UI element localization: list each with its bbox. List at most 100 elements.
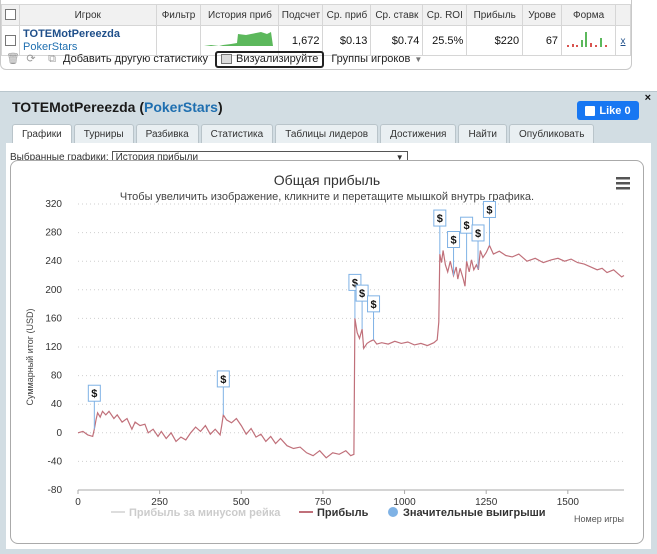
- marker-dollar: $: [437, 213, 443, 225]
- select-all-checkbox[interactable]: [5, 9, 16, 21]
- sparkline-svg: [204, 32, 274, 46]
- marker-dollar: $: [486, 204, 492, 216]
- facebook-like-button[interactable]: Like 0: [577, 101, 639, 120]
- form-bar: [567, 45, 570, 47]
- y-tick-label: 160: [45, 313, 62, 324]
- player-groups-dropdown[interactable]: Группы игроков ▼: [328, 51, 425, 68]
- form-bar: [590, 43, 593, 47]
- visualize-label: Визуализируйте: [236, 53, 319, 65]
- tab-publish[interactable]: Опубликовать: [509, 124, 595, 143]
- tab-statistics[interactable]: Статистика: [200, 124, 274, 143]
- form-bars-svg: [567, 32, 608, 47]
- header-filter[interactable]: Фильтр: [155, 4, 202, 26]
- header-form[interactable]: Форма: [561, 4, 617, 26]
- menu-line: [616, 177, 630, 180]
- form-bar: [600, 38, 603, 47]
- panel-tabs: Графики Турниры Разбивка Статистика Табл…: [12, 124, 595, 144]
- level-cell: 67: [522, 25, 563, 56]
- form-bar: [605, 45, 608, 47]
- chart-icon: [221, 54, 232, 64]
- panel-player-name: TOTEMotPereezda: [12, 99, 136, 115]
- header-avg-roi[interactable]: Ср. ROI: [422, 4, 468, 26]
- stats-toolbar: 🗑 ⟳ ⧉ Добавить другую статистику Визуали…: [6, 50, 425, 68]
- marker-dollar: $: [220, 374, 226, 386]
- y-tick-label: 0: [56, 428, 62, 439]
- form-bar: [581, 40, 584, 47]
- remove-row-link[interactable]: x: [621, 36, 626, 47]
- add-stats-button[interactable]: ⧉ Добавить другую статистику: [42, 51, 211, 68]
- remove-cell: x: [615, 25, 631, 56]
- legend-swatch: [388, 507, 398, 517]
- tab-charts[interactable]: Графики: [12, 124, 72, 144]
- y-tick-label: -40: [48, 456, 63, 467]
- y-tick-label: 80: [51, 371, 63, 382]
- header-avg-profit[interactable]: Ср. приб: [322, 4, 372, 26]
- thumbs-up-icon: [585, 105, 596, 116]
- profit-chart[interactable]: Общая прибыль Чтобы увеличить изображени…: [10, 160, 644, 544]
- trash-icon[interactable]: 🗑: [6, 52, 20, 66]
- tab-leaderboards[interactable]: Таблицы лидеров: [275, 124, 379, 143]
- header-profit-history[interactable]: История приб: [200, 4, 280, 26]
- form-sparkline: [561, 25, 617, 56]
- header-profit[interactable]: Прибыль: [466, 4, 524, 26]
- marker-dollar: $: [450, 235, 456, 247]
- y-tick-label: -80: [48, 485, 63, 496]
- marker-dollar: $: [370, 299, 376, 311]
- y-tick-label: 320: [45, 199, 62, 210]
- chart-svg[interactable]: Общая прибыль Чтобы увеличить изображени…: [11, 161, 643, 543]
- x-tick-label: 1500: [557, 497, 580, 508]
- big-win-marker: $: [433, 209, 447, 255]
- refresh-icon[interactable]: ⟳: [24, 52, 38, 66]
- header-level[interactable]: Урове: [522, 4, 563, 26]
- stats-panel: Игрок Фильтр История приб Подсчет Ср. пр…: [0, 0, 632, 70]
- marker-dollar: $: [475, 228, 481, 240]
- player-name-link[interactable]: TOTEMotPereezda: [23, 28, 153, 41]
- copy-icon: ⧉: [48, 53, 56, 65]
- legend-label-profit: Прибыль: [317, 507, 369, 519]
- panel-title: TOTEMotPereezda (PokerStars): [12, 99, 223, 115]
- header-remove: [615, 4, 631, 26]
- big-win-marker: $: [460, 216, 474, 262]
- x-axis-title: Номер игры: [574, 514, 624, 524]
- grid: [78, 203, 624, 491]
- like-label: Like 0: [599, 104, 631, 117]
- y-axis-title: Суммарный итог (USD): [25, 308, 35, 405]
- chart-menu-icon[interactable]: [616, 177, 630, 190]
- header-count[interactable]: Подсчет: [278, 4, 324, 26]
- legend-label-big-wins: Значительные выигрыши: [403, 507, 546, 519]
- marker-dollar: $: [359, 288, 365, 300]
- big-win-marker: $: [216, 370, 230, 415]
- tab-achievements[interactable]: Достижения: [380, 124, 457, 143]
- y-tick-label: 240: [45, 256, 62, 267]
- tab-breakdown[interactable]: Разбивка: [135, 124, 199, 143]
- chart-title: Общая прибыль: [274, 172, 380, 188]
- add-stats-label: Добавить другую статистику: [63, 53, 208, 65]
- y-tick-label: 40: [51, 399, 63, 410]
- chart-subtitle: Чтобы увеличить изображение, кликните и …: [120, 191, 534, 203]
- legend: Прибыль за минусом рейка Прибыль Значитель…: [111, 507, 546, 519]
- tab-tournaments[interactable]: Турниры: [73, 124, 134, 143]
- close-icon[interactable]: ×: [645, 92, 651, 104]
- menu-line: [616, 182, 630, 185]
- visualize-button[interactable]: Визуализируйте: [215, 50, 325, 68]
- chevron-down-icon: ▼: [414, 54, 423, 64]
- big-win-marker: $: [482, 200, 496, 246]
- big-win-marker: $: [367, 295, 381, 340]
- form-bar: [585, 32, 588, 47]
- y-tick-label: 120: [45, 342, 62, 353]
- tab-find[interactable]: Найти: [458, 124, 508, 143]
- row-checkbox[interactable]: [5, 35, 16, 47]
- header-player[interactable]: Игрок: [19, 4, 157, 26]
- form-bar: [572, 44, 575, 47]
- header-select[interactable]: [1, 4, 20, 26]
- avg-roi-cell: 25.5%: [422, 25, 468, 56]
- player-groups-label: Группы игроков: [331, 53, 411, 65]
- form-bar: [576, 45, 579, 47]
- big-win-marker: $: [355, 284, 369, 330]
- marker-dollar: $: [91, 388, 97, 400]
- profit-cell: $220: [466, 25, 524, 56]
- sparkline-fill: [204, 32, 274, 46]
- header-row: Игрок Фильтр История приб Подсчет Ср. пр…: [1, 4, 631, 26]
- panel-network-link[interactable]: PokerStars: [144, 99, 218, 115]
- header-avg-stake[interactable]: Ср. ставк: [370, 4, 424, 26]
